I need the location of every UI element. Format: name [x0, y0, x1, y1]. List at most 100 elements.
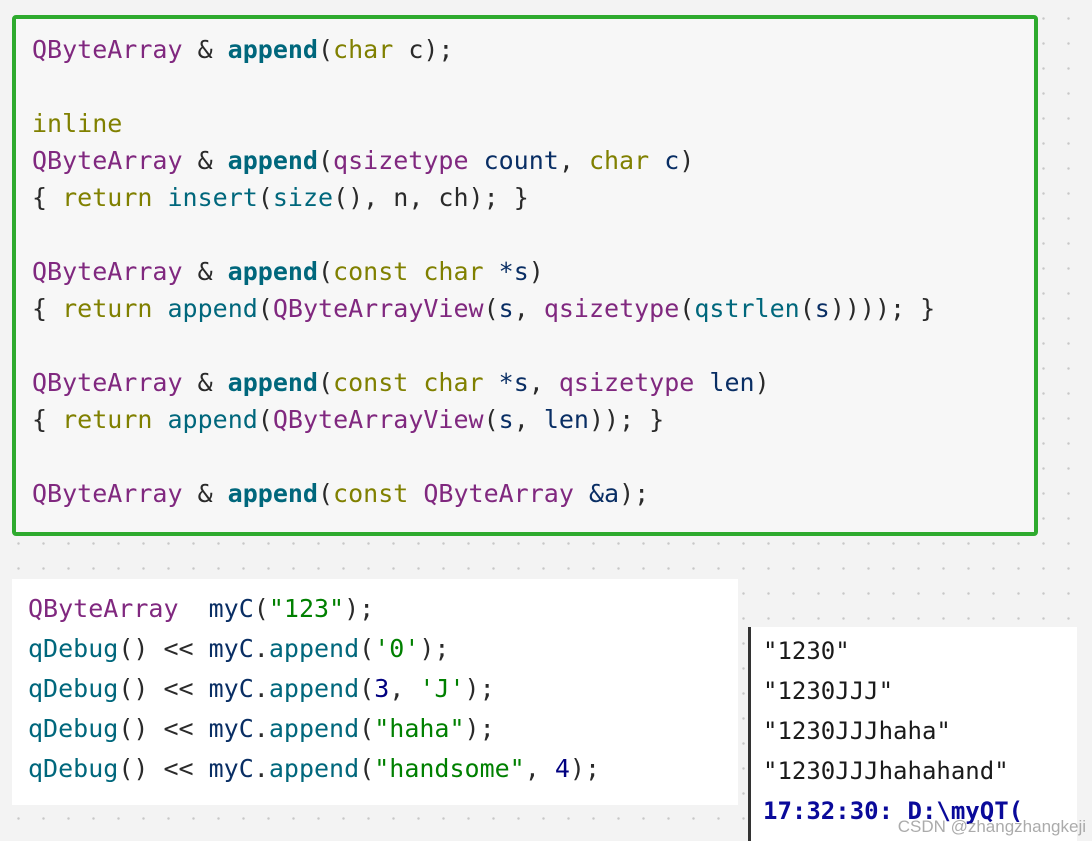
code-function-token: append: [227, 146, 318, 175]
code-variable-token: myC: [208, 674, 254, 703]
code-punctuation-token: (: [359, 674, 375, 703]
code-keyword-token: char: [423, 368, 484, 397]
code-punctuation-token: )))); }: [829, 294, 936, 323]
debug-output-panel: "1230" "1230JJJ" "1230JJJhaha" "1230JJJh…: [748, 627, 1077, 841]
output-line: "1230": [763, 637, 850, 665]
code-punctuation-token: [574, 479, 589, 508]
code-punctuation-token: ,: [513, 405, 544, 434]
code-punctuation-token: [469, 146, 484, 175]
code-punctuation-token: (: [257, 294, 273, 323]
code-line: qDebug() << myC.append(3, 'J');: [28, 674, 495, 704]
code-punctuation-token: ,: [524, 754, 555, 783]
code-call-token: append: [167, 405, 258, 434]
code-punctuation-token: .: [253, 754, 269, 783]
code-keyword-token: const: [333, 368, 409, 397]
code-punctuation-token: (: [359, 754, 375, 783]
code-call-token: size: [272, 183, 334, 212]
code-punctuation-token: );: [464, 714, 495, 743]
code-punctuation-token: () <<: [118, 674, 209, 703]
code-punctuation-token: [408, 479, 423, 508]
code-punctuation-token: &: [182, 257, 228, 286]
code-call-token: append: [167, 294, 258, 323]
code-line: qDebug() << myC.append('0');: [28, 634, 449, 664]
code-punctuation-token: &: [182, 479, 228, 508]
code-punctuation-token: ): [679, 146, 695, 175]
output-line: "1230JJJ": [763, 677, 894, 705]
code-call-token: qDebug: [28, 634, 119, 663]
code-class-token: QByteArray: [32, 257, 183, 286]
code-variable-token: myC: [208, 594, 254, 623]
code-call-token: qDebug: [28, 674, 119, 703]
code-punctuation-token: &: [182, 146, 228, 175]
code-line: QByteArray & append(char c);: [32, 35, 453, 65]
code-keyword-token: return: [62, 294, 153, 323]
code-punctuation-token: )); }: [588, 405, 665, 434]
watermark: CSDN @zhangzhangkeji: [897, 817, 1086, 836]
code-punctuation-token: [152, 294, 167, 323]
code-punctuation-token: );: [569, 754, 601, 783]
code-class-token: qsizetype: [543, 294, 680, 323]
code-line: { return append(QByteArrayView(s, qsizet…: [32, 294, 935, 324]
code-function-token: append: [227, 257, 318, 286]
code-punctuation-token: () <<: [118, 634, 209, 663]
code-line: qDebug() << myC.append("haha");: [28, 714, 495, 744]
code-punctuation-token: ,: [528, 368, 559, 397]
code-punctuation-token: (: [359, 714, 375, 743]
code-string-token: "123": [268, 594, 345, 623]
code-punctuation-token: );: [464, 674, 495, 703]
code-call-token: qDebug: [28, 714, 119, 743]
code-punctuation-token: ,: [558, 146, 589, 175]
code-keyword-token: char: [333, 35, 394, 64]
code-keyword-token: inline: [32, 109, 123, 138]
code-panel-usage: QByteArray myC("123"); qDebug() << myC.a…: [12, 579, 738, 805]
code-string-token: "handsome": [374, 754, 525, 783]
output-line: "1230JJJhahahand": [763, 757, 1009, 785]
code-punctuation-token: (: [679, 294, 695, 323]
code-keyword-token: char: [423, 257, 484, 286]
code-punctuation-token: (: [257, 183, 273, 212]
code-call-token: qstrlen: [694, 294, 800, 323]
code-string-token: 'J': [419, 674, 465, 703]
code-variable-token: s: [814, 294, 830, 323]
code-punctuation-token: &: [182, 35, 228, 64]
code-punctuation-token: {: [32, 183, 63, 212]
code-punctuation-token: {: [32, 405, 63, 434]
code-function-token: append: [227, 35, 318, 64]
code-call-token: qDebug: [28, 754, 119, 783]
code-punctuation-token: c);: [393, 35, 454, 64]
code-line: qDebug() << myC.append("handsome", 4);: [28, 754, 600, 784]
code-keyword-token: const: [333, 479, 409, 508]
code-punctuation-token: [694, 368, 709, 397]
code-class-token: qsizetype: [558, 368, 695, 397]
code-punctuation-token: [152, 405, 167, 434]
code-punctuation-token: (: [257, 405, 273, 434]
code-class-token: QByteArray: [28, 594, 179, 623]
code-punctuation-token: [408, 368, 423, 397]
code-panel-declarations: QByteArray & append(char c); inline QByt…: [12, 15, 1038, 536]
code-variable-token: len: [543, 405, 589, 434]
code-function-token: append: [227, 479, 318, 508]
code-line: QByteArray & append(qsizetype count, cha…: [32, 146, 694, 176]
code-call-token: insert: [167, 183, 258, 212]
code-variable-token: &a: [588, 479, 620, 508]
code-variable-token: myC: [208, 754, 254, 783]
code-variable-token: *s: [498, 368, 529, 397]
code-punctuation-token: {: [32, 294, 63, 323]
code-punctuation-token: );: [344, 594, 375, 623]
code-punctuation-token: ): [528, 257, 544, 286]
code-punctuation-token: (: [359, 634, 375, 663]
output-line: "1230JJJhaha": [763, 717, 951, 745]
code-variable-token: len: [709, 368, 755, 397]
code-class-token: QByteArray: [32, 479, 183, 508]
code-variable-token: s: [498, 294, 514, 323]
code-call-token: append: [268, 754, 360, 783]
code-line: QByteArray & append(const char *s, qsize…: [32, 368, 770, 398]
code-string-token: '0': [374, 634, 420, 663]
code-class-token: QByteArray: [32, 368, 183, 397]
code-punctuation-token: ,: [389, 674, 420, 703]
code-punctuation-token: (: [317, 368, 334, 397]
code-line: { return insert(size(), n, ch); }: [32, 183, 529, 213]
code-call-token: append: [268, 674, 360, 703]
code-class-token: QByteArrayView: [272, 294, 484, 323]
code-call-token: append: [268, 714, 360, 743]
